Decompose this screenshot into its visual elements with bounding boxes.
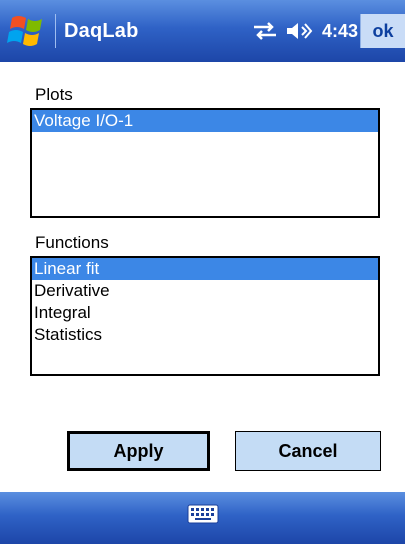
volume-icon[interactable] — [284, 19, 314, 43]
functions-list-item[interactable]: Derivative — [32, 280, 378, 302]
functions-label: Functions — [35, 233, 109, 252]
bottom-menu-bar — [0, 492, 405, 544]
plots-list-item[interactable]: Voltage I/O-1 — [32, 110, 378, 132]
functions-listbox[interactable]: Linear fit Derivative Integral Statistic… — [30, 256, 380, 376]
ok-button[interactable]: ok — [360, 14, 405, 48]
plots-listbox[interactable]: Voltage I/O-1 — [30, 108, 380, 218]
functions-list-item[interactable]: Integral — [32, 302, 378, 324]
apply-button[interactable]: Apply — [67, 431, 210, 471]
windows-start-icon[interactable] — [6, 12, 50, 50]
keyboard-icon[interactable] — [184, 500, 222, 528]
title-bar: DaqLab 4:43 ok — [0, 0, 405, 62]
status-area: 4:43 — [250, 16, 358, 46]
clock[interactable]: 4:43 — [322, 21, 358, 42]
functions-list-item[interactable]: Statistics — [32, 324, 378, 346]
plots-label: Plots — [35, 85, 73, 104]
title-separator — [55, 14, 56, 48]
app-title: DaqLab — [64, 20, 139, 42]
cancel-button[interactable]: Cancel — [235, 431, 381, 471]
connectivity-icon[interactable] — [250, 19, 280, 43]
functions-list-item[interactable]: Linear fit — [32, 258, 378, 280]
